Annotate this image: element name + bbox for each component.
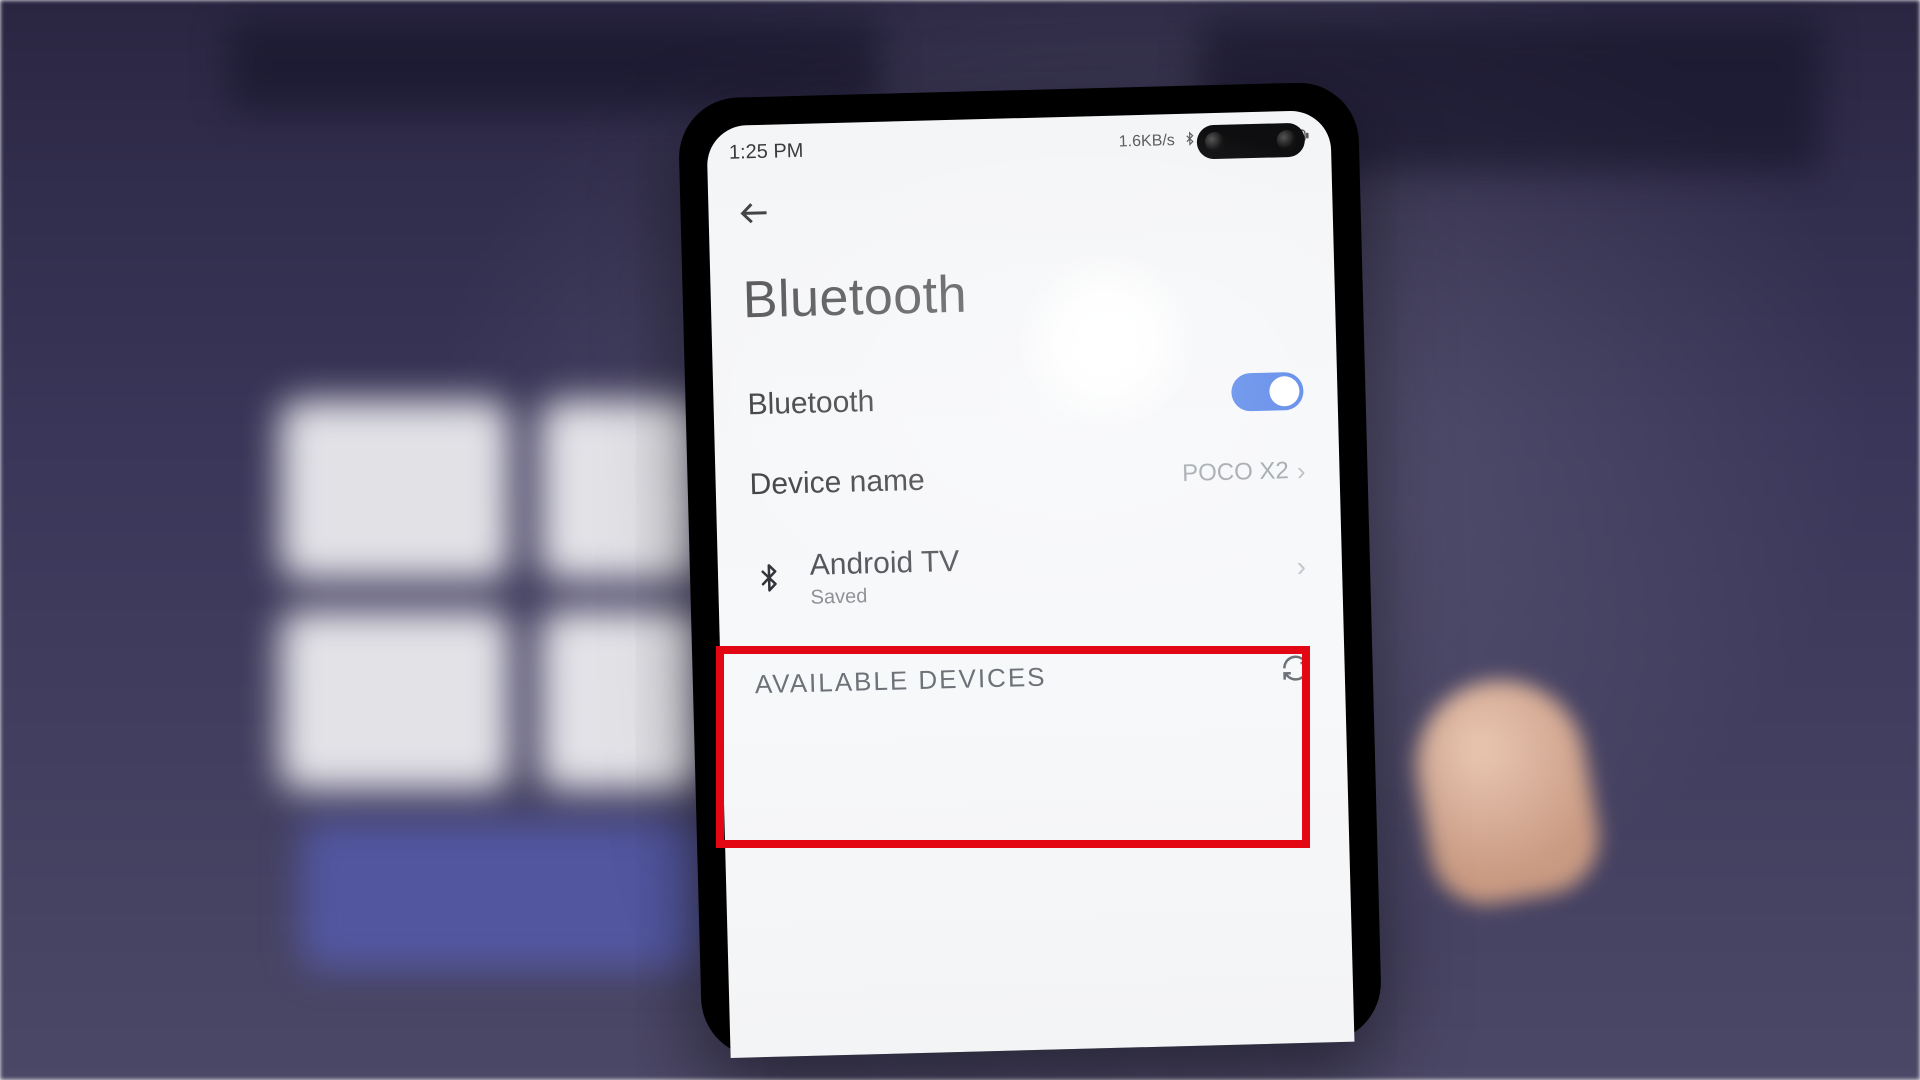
tv-tile-blur <box>280 610 510 790</box>
tv-tile-blur <box>540 610 700 790</box>
paired-device-state: Saved <box>810 583 960 610</box>
phone-screen: 1:25 PM 1.6KB/s <box>706 110 1354 1058</box>
available-devices-heading: AVAILABLE DEVICES <box>755 662 1047 701</box>
phone-frame: 1:25 PM 1.6KB/s <box>678 81 1383 1058</box>
back-button[interactable] <box>736 169 1305 243</box>
device-name-row[interactable]: Device name POCO X2 › <box>743 432 1313 525</box>
chevron-right-icon: › <box>1296 550 1306 582</box>
paired-device-name: Android TV <box>809 545 959 583</box>
paired-device-row[interactable]: Android TV Saved › <box>745 510 1316 638</box>
bluetooth-status-icon <box>1183 129 1198 152</box>
tv-tile-blur <box>280 400 510 580</box>
toggle-knob <box>1269 376 1300 407</box>
front-camera-lens <box>1277 130 1298 151</box>
refresh-button[interactable] <box>1280 653 1311 689</box>
arrow-left-icon <box>736 195 773 232</box>
bluetooth-toggle-row[interactable]: Bluetooth <box>741 350 1311 447</box>
device-name-value: POCO X2 <box>1182 457 1289 488</box>
refresh-icon <box>1280 653 1311 684</box>
camera-punch-hole <box>1196 123 1305 160</box>
status-net-rate: 1.6KB/s <box>1119 132 1175 151</box>
tv-tile-blur <box>300 820 700 970</box>
page-title: Bluetooth <box>742 256 1303 331</box>
status-time: 1:25 PM <box>729 139 804 164</box>
bluetooth-toggle[interactable] <box>1231 372 1304 412</box>
tv-tile-blur <box>540 400 700 580</box>
device-name-label: Device name <box>749 464 925 503</box>
bluetooth-icon <box>754 558 785 602</box>
bluetooth-toggle-label: Bluetooth <box>747 385 875 422</box>
chevron-right-icon: › <box>1296 455 1305 486</box>
front-camera-lens <box>1205 132 1226 153</box>
